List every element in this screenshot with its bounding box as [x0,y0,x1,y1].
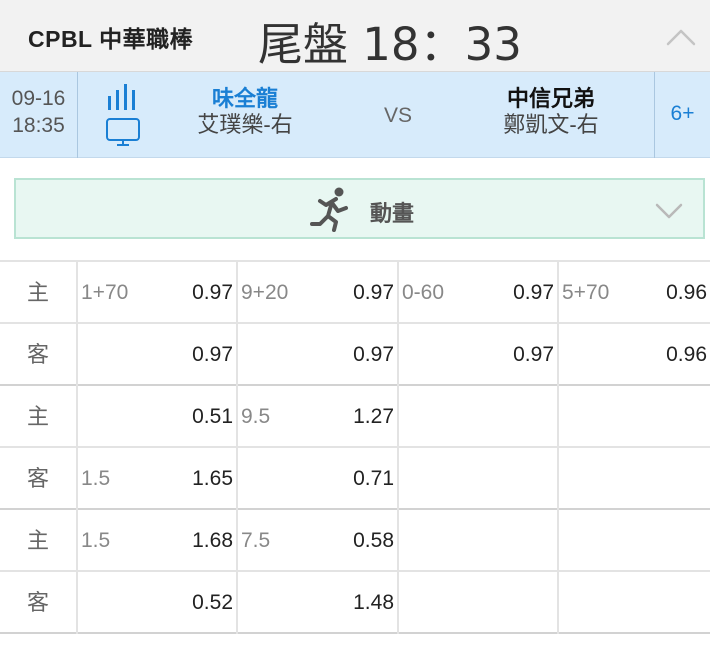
odds-cell[interactable]: 0.51 [78,386,238,448]
runner-icon [310,187,348,232]
odds-row: 客 0.97 0.97 0.97 0.96 [0,324,710,386]
odds-line: 7.5 [241,529,271,552]
game-header: CPBL 中華職棒 尾盤 18：33 [0,0,710,72]
odds-cell [559,572,710,634]
side-label: 主 [0,262,78,324]
odds-cell[interactable]: 1.48 [238,572,399,634]
odds-value: 0.97 [192,343,233,366]
odds-value: 0.71 [353,467,394,490]
tv-icon[interactable] [104,116,144,148]
odds-value: 1.27 [353,405,394,428]
odds-value: 0.97 [192,281,233,304]
odds-cell[interactable]: 0.97 [78,324,238,386]
home-pitcher: 艾璞樂-右 [197,112,293,137]
odds-cell[interactable]: 0.97 [238,324,399,386]
home-team: 味全龍 艾璞樂-右 [178,86,312,138]
odds-value: 1.65 [192,467,233,490]
odds-cell[interactable]: 9.5 1.27 [238,386,399,448]
odds-value: 0.96 [666,281,707,304]
side-label: 主 [0,510,78,572]
odds-cell [399,572,559,634]
odds-line: 1.5 [81,529,111,552]
away-team: 中信兄弟 鄭凱文-右 [484,86,618,138]
odds-cell [559,510,710,572]
odds-value: 1.48 [353,591,394,614]
odds-row: 主 1.5 1.68 7.5 0.58 [0,510,710,572]
stats-icon[interactable] [104,82,144,112]
chevron-up-icon[interactable] [664,22,698,52]
chevron-down-icon[interactable] [653,198,685,222]
away-pitcher: 鄭凱文-右 [503,112,599,137]
league-title: CPBL 中華職棒 [28,26,194,52]
side-label: 客 [0,448,78,510]
match-date: 09-16 [11,87,66,110]
odds-cell [399,510,559,572]
odds-value: 0.97 [353,343,394,366]
odds-line: 1+70 [81,281,129,304]
odds-cell [399,448,559,510]
odds-cell[interactable]: 5+70 0.96 [559,262,710,324]
home-team-name: 味全龍 [211,86,278,111]
match-datetime: 09-16 18:35 [0,72,78,158]
away-team-name: 中信兄弟 [506,86,595,111]
vs-label: VS [383,104,412,127]
odds-line: 9.5 [241,405,271,428]
side-label: 客 [0,324,78,386]
odds-row: 主 0.51 9.5 1.27 [0,386,710,448]
odds-cell[interactable]: 9+20 0.97 [238,262,399,324]
odds-line: 1.5 [81,467,111,490]
match-row[interactable]: 09-16 18:35 味全龍 艾璞樂-右 VS 中信兄弟 鄭凱文-右 6+ [0,72,710,158]
animation-toggle[interactable]: 動畫 [14,178,705,239]
odds-value: 0.58 [353,529,394,552]
odds-cell [559,448,710,510]
odds-cell[interactable]: 1+70 0.97 [78,262,238,324]
side-label: 主 [0,386,78,448]
odds-cell[interactable]: 1.5 1.65 [78,448,238,510]
odds-cell [399,386,559,448]
odds-cell[interactable]: 0-60 0.97 [399,262,559,324]
odds-row: 主 1+70 0.97 9+20 0.97 0-60 0.97 5+70 0.96 [0,262,710,324]
odds-row: 客 1.5 1.65 0.71 [0,448,710,510]
side-label: 客 [0,572,78,634]
odds-table: 主 1+70 0.97 9+20 0.97 0-60 0.97 5+70 0.96 客 … [0,260,710,634]
odds-value: 0.97 [513,343,554,366]
match-time: 18:35 [12,114,65,137]
animation-label: 動畫 [370,201,415,226]
odds-line: 9+20 [241,281,289,304]
odds-cell[interactable]: 7.5 0.58 [238,510,399,572]
odds-cell[interactable]: 0.96 [559,324,710,386]
odds-line: 0-60 [402,281,445,304]
odds-value: 0.97 [353,281,394,304]
odds-cell [559,386,710,448]
odds-value: 1.68 [192,529,233,552]
odds-value: 0.97 [513,281,554,304]
odds-cell[interactable]: 0.71 [238,448,399,510]
odds-value: 0.51 [192,405,233,428]
odds-cell[interactable]: 1.5 1.68 [78,510,238,572]
odds-value: 0.96 [666,343,707,366]
odds-line: 5+70 [562,281,610,304]
game-status: 尾盤 18：33 [258,18,522,71]
odds-value: 0.52 [192,591,233,614]
more-markets-button[interactable]: 6+ [654,72,710,158]
odds-row: 客 0.52 1.48 [0,572,710,634]
odds-cell[interactable]: 0.97 [399,324,559,386]
odds-cell[interactable]: 0.52 [78,572,238,634]
